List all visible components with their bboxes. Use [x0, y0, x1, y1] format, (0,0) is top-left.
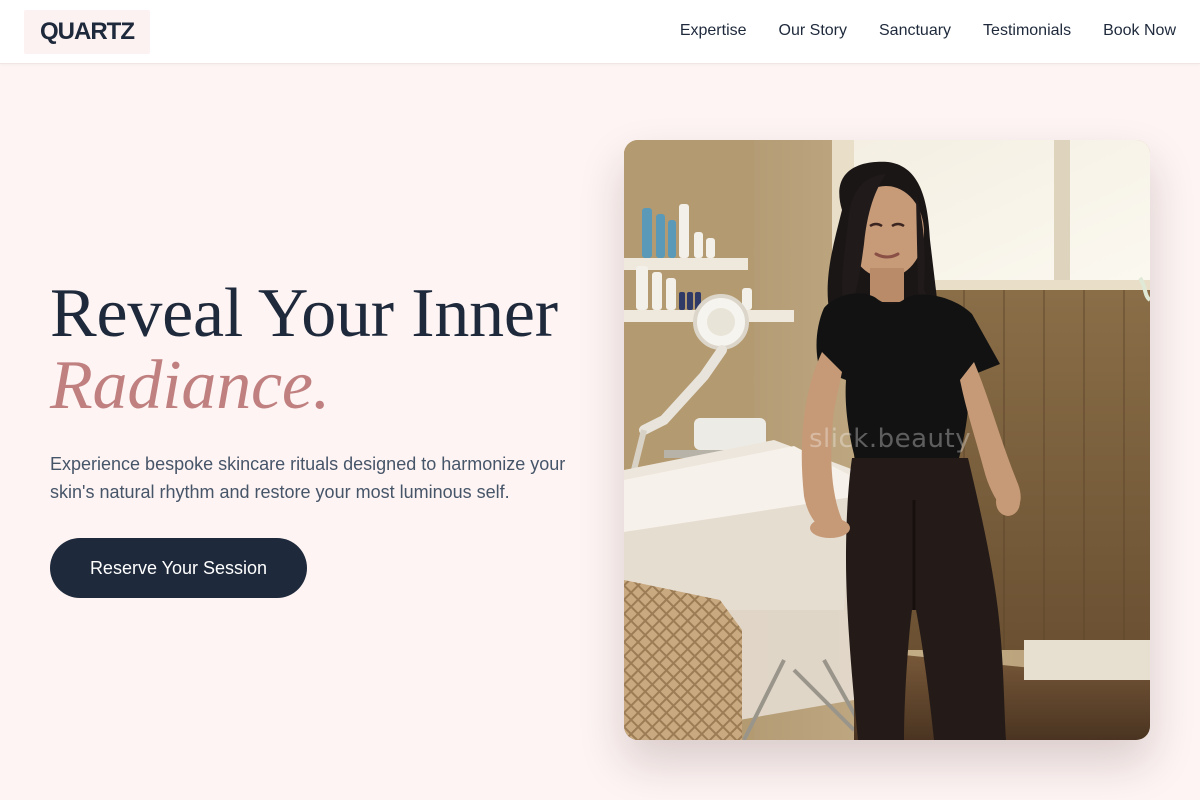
nav-link-testimonials[interactable]: Testimonials — [983, 22, 1071, 40]
nav-link-our-story[interactable]: Our Story — [779, 22, 847, 40]
nav-link-book-now[interactable]: Book Now — [1103, 22, 1176, 40]
hero-headline: Reveal Your Inner Radiance. — [50, 278, 558, 422]
reserve-session-button[interactable]: Reserve Your Session — [50, 538, 307, 598]
site-header: QUARTZ Expertise Our Story Sanctuary Tes… — [0, 0, 1200, 64]
headline-line: Reveal Your Inner — [50, 275, 558, 352]
hero-photo: slick.beauty — [624, 140, 1150, 740]
brand-logo[interactable]: QUARTZ — [24, 10, 150, 54]
headline-accent: Radiance. — [50, 347, 331, 424]
nav-link-sanctuary[interactable]: Sanctuary — [879, 22, 951, 40]
image-watermark: slick.beauty — [809, 424, 972, 454]
hero-description: Experience bespoke skincare rituals desi… — [50, 454, 566, 502]
main-nav: Expertise Our Story Sanctuary Testimonia… — [680, 0, 1176, 62]
nav-link-expertise[interactable]: Expertise — [680, 22, 747, 40]
